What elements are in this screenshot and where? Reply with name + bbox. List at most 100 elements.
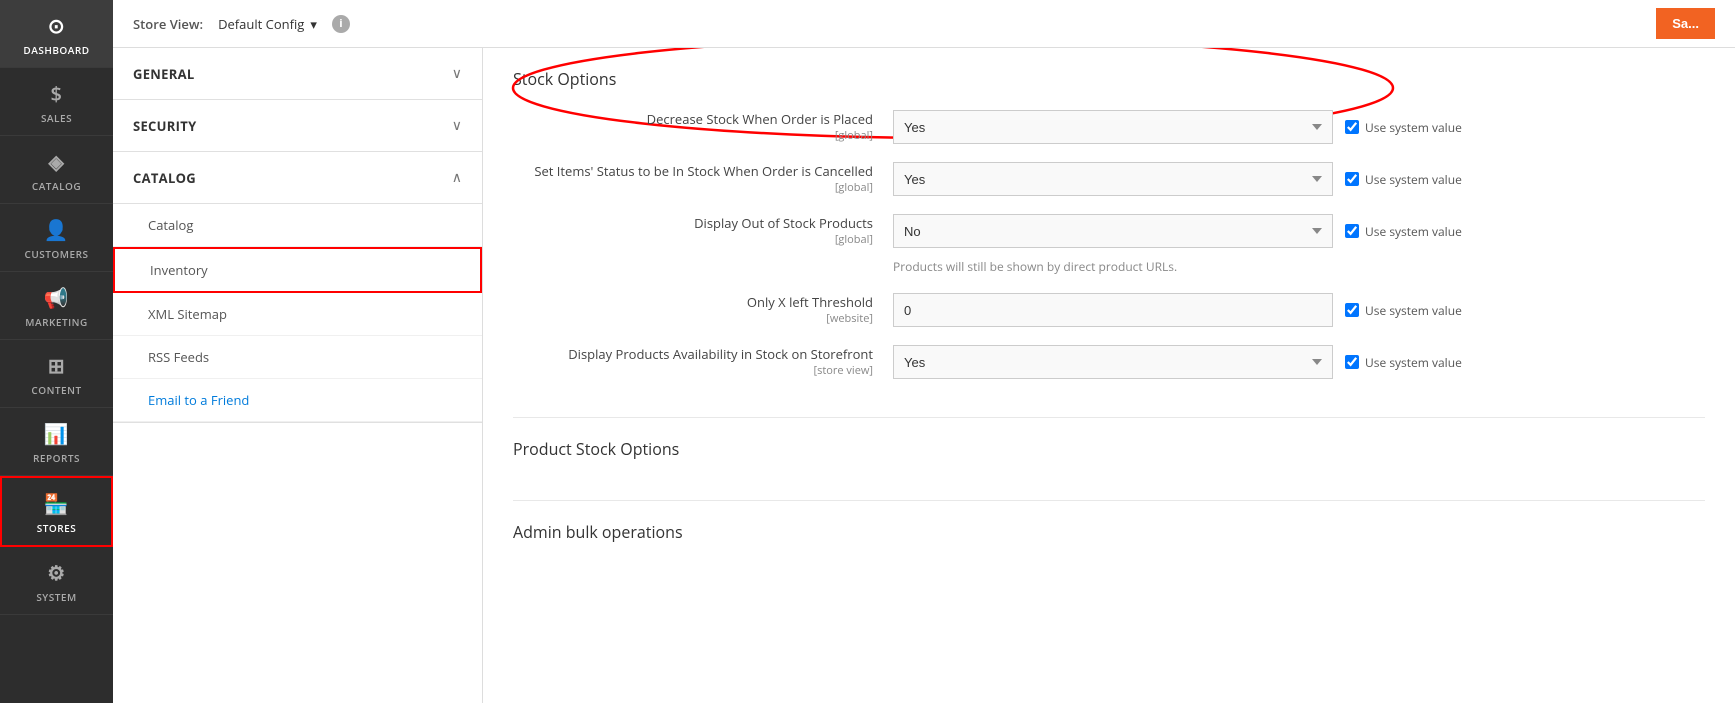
catalog-item-xml-sitemap[interactable]: XML Sitemap	[113, 293, 482, 336]
set-items-use-system[interactable]: Use system value	[1345, 171, 1462, 188]
catalog-item-email-to-friend[interactable]: Email to a Friend	[113, 379, 482, 422]
stock-options-heading: Stock Options	[513, 68, 1705, 90]
only-x-label: Only X left Threshold	[513, 293, 873, 311]
customers-icon: 👤	[44, 216, 69, 243]
admin-bulk-section: Admin bulk operations	[513, 501, 1705, 583]
display-avail-label-col: Display Products Availability in Stock o…	[513, 345, 873, 378]
display-avail-select[interactable]: Yes No	[893, 345, 1333, 379]
display-avail-label: Display Products Availability in Stock o…	[513, 345, 873, 363]
display-oos-hint: Products will still be shown by direct p…	[893, 258, 1177, 275]
sidebar-item-label: CUSTOMERS	[25, 247, 89, 261]
set-items-use-system-label: Use system value	[1365, 171, 1462, 188]
decrease-stock-select[interactable]: Yes No	[893, 110, 1333, 144]
decrease-stock-scope: [global]	[513, 128, 873, 143]
section-catalog-title: CATALOG	[133, 169, 196, 187]
info-icon[interactable]: i	[332, 15, 350, 33]
section-catalog-header[interactable]: CATALOG ∧	[113, 152, 482, 204]
set-items-select[interactable]: Yes No	[893, 162, 1333, 196]
decrease-stock-control-col: Yes No Use system value	[893, 110, 1705, 144]
content-icon: ⊞	[48, 352, 65, 379]
set-items-label: Set Items' Status to be In Stock When Or…	[513, 162, 873, 180]
form-row-decrease-stock: Decrease Stock When Order is Placed [glo…	[513, 110, 1705, 144]
sidebar-item-label: DASHBOARD	[23, 43, 89, 57]
only-x-checkbox[interactable]	[1345, 303, 1359, 317]
catalog-items: Catalog Inventory XML Sitemap RSS Feeds …	[113, 204, 482, 423]
display-oos-control-col: No Yes Use system value Products will st…	[893, 214, 1705, 275]
display-oos-use-system[interactable]: Use system value	[1345, 223, 1462, 240]
catalog-item-catalog[interactable]: Catalog	[113, 204, 482, 247]
sidebar-item-dashboard[interactable]: ⊙ DASHBOARD	[0, 0, 113, 68]
chevron-general-icon: ∨	[452, 64, 462, 83]
sidebar-item-label: SYSTEM	[36, 590, 76, 604]
section-security-title: SECURITY	[133, 117, 196, 135]
sidebar-item-label: REPORTS	[33, 451, 80, 465]
set-items-control-col: Yes No Use system value	[893, 162, 1705, 196]
chevron-down-icon: ▾	[310, 15, 317, 33]
section-security[interactable]: SECURITY ∨	[113, 100, 482, 152]
decrease-stock-label-col: Decrease Stock When Order is Placed [glo…	[513, 110, 873, 143]
main-area: Store View: Default Config ▾ i Sa... GEN…	[113, 0, 1735, 703]
sidebar-item-catalog[interactable]: ◈ CATALOG	[0, 136, 113, 204]
sidebar-item-label: MARKETING	[25, 315, 87, 329]
sidebar-item-label: STORES	[37, 521, 76, 535]
form-row-display-oos: Display Out of Stock Products [global] N…	[513, 214, 1705, 275]
only-x-use-system[interactable]: Use system value	[1345, 302, 1462, 319]
reports-icon: 📊	[44, 420, 69, 447]
display-oos-use-system-label: Use system value	[1365, 223, 1462, 240]
display-avail-use-system[interactable]: Use system value	[1345, 354, 1462, 371]
form-row-set-items-status: Set Items' Status to be In Stock When Or…	[513, 162, 1705, 196]
decrease-stock-checkbox[interactable]	[1345, 120, 1359, 134]
sidebar-item-system[interactable]: ⚙ SYSTEM	[0, 547, 113, 615]
form-row-display-availability: Display Products Availability in Stock o…	[513, 345, 1705, 379]
stock-options-section: Stock Options Decrease Stock When Order …	[513, 48, 1705, 418]
sidebar: ⊙ DASHBOARD $ SALES ◈ CATALOG 👤 CUSTOMER…	[0, 0, 113, 703]
store-view-selector[interactable]: Default Config ▾	[218, 15, 317, 33]
sales-icon: $	[51, 80, 63, 107]
store-view-value: Default Config	[218, 15, 304, 33]
form-row-only-x: Only X left Threshold [website] Use syst…	[513, 293, 1705, 327]
display-avail-checkbox[interactable]	[1345, 355, 1359, 369]
set-items-scope: [global]	[513, 180, 873, 195]
section-general-title: GENERAL	[133, 65, 195, 83]
section-general[interactable]: GENERAL ∨	[113, 48, 482, 100]
catalog-icon: ◈	[49, 148, 65, 175]
store-view-label: Store View:	[133, 15, 203, 33]
sidebar-item-content[interactable]: ⊞ CONTENT	[0, 340, 113, 408]
catalog-item-inventory[interactable]: Inventory	[113, 247, 482, 293]
display-oos-scope: [global]	[513, 232, 873, 247]
sidebar-item-reports[interactable]: 📊 REPORTS	[0, 408, 113, 476]
sidebar-item-marketing[interactable]: 📢 MARKETING	[0, 272, 113, 340]
product-stock-section: Product Stock Options	[513, 418, 1705, 501]
top-bar: Store View: Default Config ▾ i Sa...	[113, 0, 1735, 48]
only-x-input[interactable]	[893, 293, 1333, 327]
sidebar-item-customers[interactable]: 👤 CUSTOMERS	[0, 204, 113, 272]
sidebar-item-label: SALES	[41, 111, 72, 125]
sidebar-item-label: CONTENT	[31, 383, 81, 397]
decrease-stock-use-system[interactable]: Use system value	[1345, 119, 1462, 136]
display-oos-checkbox[interactable]	[1345, 224, 1359, 238]
sidebar-item-label: CATALOG	[32, 179, 81, 193]
only-x-control-col: Use system value	[893, 293, 1705, 327]
chevron-security-icon: ∨	[452, 116, 462, 135]
display-oos-select[interactable]: No Yes	[893, 214, 1333, 248]
display-oos-label: Display Out of Stock Products	[513, 214, 873, 232]
stores-icon: 🏪	[44, 490, 69, 517]
display-oos-label-col: Display Out of Stock Products [global]	[513, 214, 873, 247]
save-button[interactable]: Sa...	[1656, 8, 1715, 39]
set-items-label-col: Set Items' Status to be In Stock When Or…	[513, 162, 873, 195]
content-area: GENERAL ∨ SECURITY ∨ CATALOG ∧ Catalog I…	[113, 48, 1735, 703]
set-items-checkbox[interactable]	[1345, 172, 1359, 186]
system-icon: ⚙	[47, 559, 65, 586]
marketing-icon: 📢	[44, 284, 69, 311]
decrease-stock-use-system-label: Use system value	[1365, 119, 1462, 136]
display-avail-use-system-label: Use system value	[1365, 354, 1462, 371]
sidebar-item-sales[interactable]: $ SALES	[0, 68, 113, 136]
decrease-stock-label: Decrease Stock When Order is Placed	[513, 110, 873, 128]
product-stock-heading: Product Stock Options	[513, 438, 1705, 460]
catalog-item-rss-feeds[interactable]: RSS Feeds	[113, 336, 482, 379]
only-x-use-system-label: Use system value	[1365, 302, 1462, 319]
sidebar-item-stores[interactable]: 🏪 STORES	[0, 476, 113, 547]
admin-bulk-heading: Admin bulk operations	[513, 521, 1705, 543]
left-panel: GENERAL ∨ SECURITY ∨ CATALOG ∧ Catalog I…	[113, 48, 483, 703]
only-x-scope: [website]	[513, 311, 873, 326]
